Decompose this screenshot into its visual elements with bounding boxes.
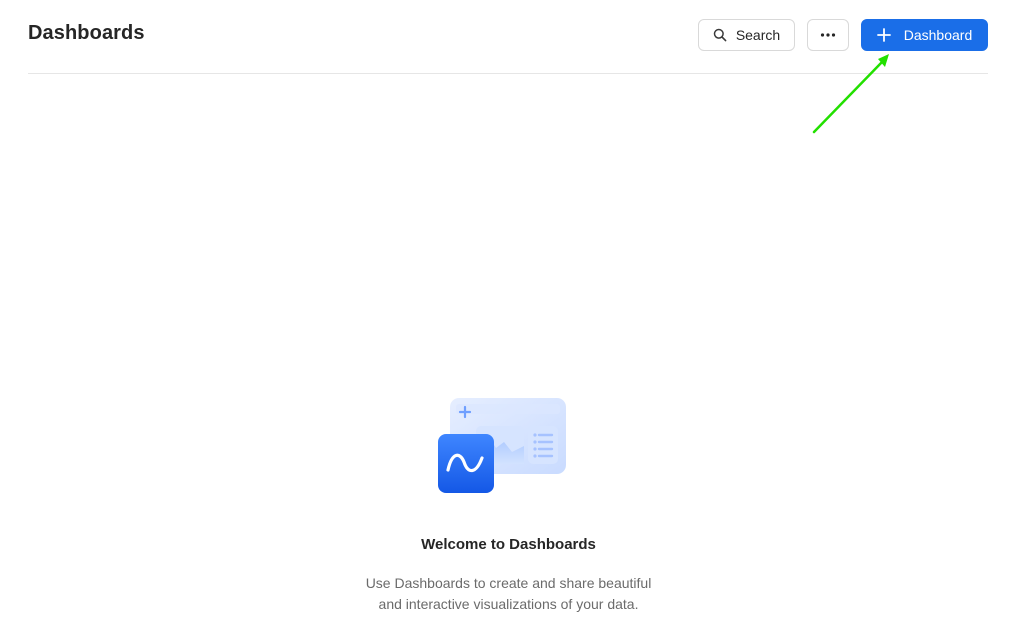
more-options-button[interactable]	[807, 19, 849, 51]
empty-state-description: Use Dashboards to create and share beaut…	[0, 573, 1017, 615]
plus-icon	[876, 28, 891, 42]
add-dashboard-button-label: Dashboard	[903, 27, 973, 43]
ellipsis-icon	[820, 33, 836, 37]
empty-state-title: Welcome to Dashboards	[421, 536, 596, 553]
add-dashboard-button[interactable]: Dashboard	[861, 19, 988, 51]
empty-state-description-line-1: Use Dashboards to create and share beaut…	[365, 575, 652, 591]
page-title: Dashboards	[28, 22, 145, 44]
search-icon	[713, 28, 727, 42]
search-button-label: Search	[735, 27, 781, 43]
dashboards-illustration-icon	[438, 398, 566, 493]
search-button[interactable]: Search	[698, 19, 795, 51]
empty-state-description-line-2: and interactive visualizations of your d…	[378, 596, 639, 612]
annotation-arrow-icon	[812, 54, 889, 134]
